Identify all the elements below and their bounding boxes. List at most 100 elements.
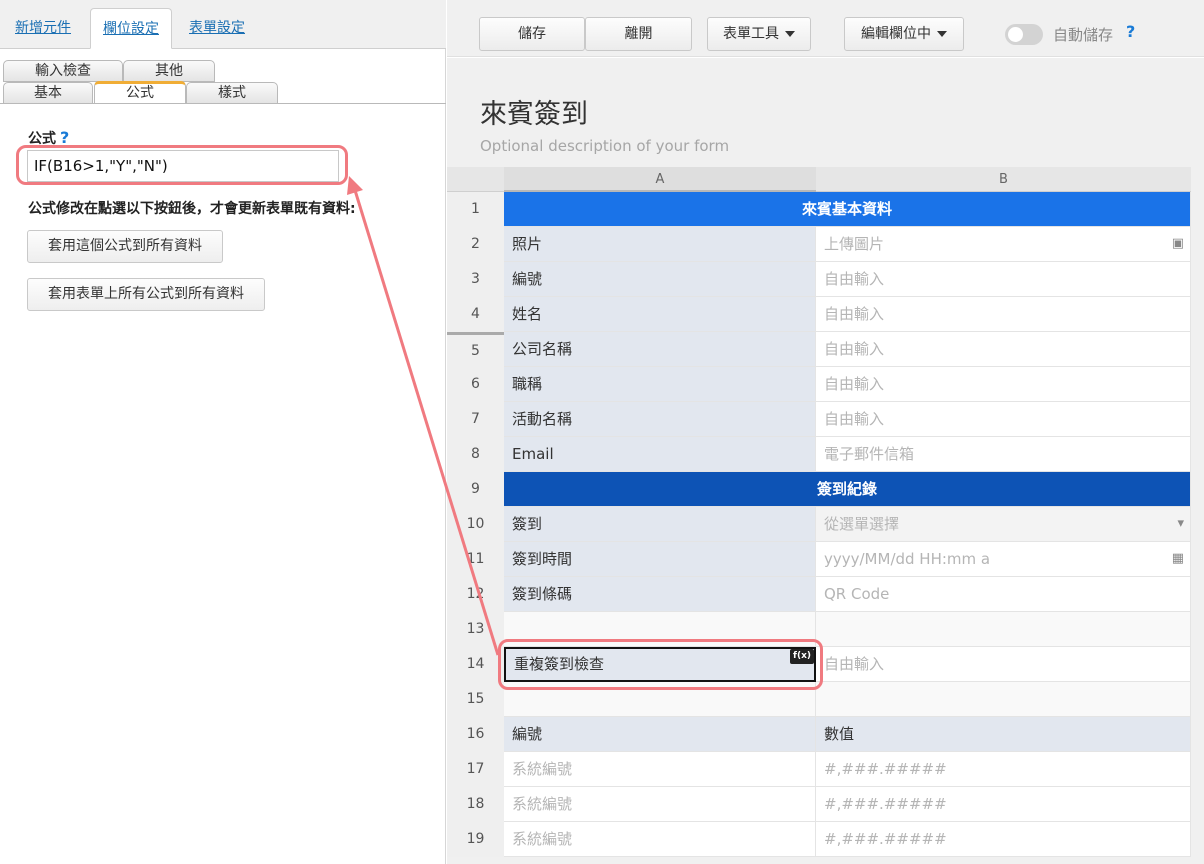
row-header[interactable]: 1	[447, 192, 504, 227]
section-header[interactable]: 簽到紀錄	[504, 472, 1191, 507]
cell-text: 重複簽到檢查	[514, 655, 605, 673]
cell-text: 數值	[824, 725, 855, 743]
cell-text: 系統編號	[512, 795, 573, 813]
grid-cell-b[interactable]: 電子郵件信箱	[816, 437, 1191, 472]
row-header[interactable]: 10	[447, 507, 504, 542]
grid-cell-b[interactable]	[816, 682, 1191, 717]
calendar-icon[interactable]: ▦	[1172, 542, 1184, 576]
autosave-toggle[interactable]	[1005, 24, 1043, 45]
formula-input[interactable]	[27, 150, 339, 182]
cell-text: 編號	[512, 725, 543, 743]
caret-down-icon	[785, 31, 795, 37]
row-header[interactable]: 2	[447, 227, 504, 262]
leave-button[interactable]: 離開	[585, 17, 692, 51]
grid-cell-a[interactable]: 照片	[504, 227, 816, 262]
grid-cell-b[interactable]: #,###.#####	[816, 787, 1191, 822]
row-header[interactable]: 5	[447, 332, 504, 367]
grid-cell-b[interactable]: 自由輸入	[816, 262, 1191, 297]
grid-cell-a[interactable]: 系統編號	[504, 787, 816, 822]
subtab-other[interactable]: 其他	[123, 60, 215, 82]
row-header[interactable]: 12	[447, 577, 504, 612]
autosave-label: 自動儲存	[1053, 26, 1114, 44]
cell-text: 照片	[512, 235, 543, 253]
grid-cell-a[interactable]: 職稱	[504, 367, 816, 402]
row-header[interactable]: 15	[447, 682, 504, 717]
grid-cell-a[interactable]: 公司名稱	[504, 332, 816, 367]
cell-text: 編號	[512, 270, 543, 288]
grid-cell-b[interactable]	[816, 612, 1191, 647]
tab-field-settings[interactable]: 欄位設定	[90, 8, 172, 49]
grid-cell-a[interactable]: 簽到條碼	[504, 577, 816, 612]
grid-cell-a[interactable]: 編號	[504, 262, 816, 297]
help-icon[interactable]: ?	[60, 128, 69, 147]
form-description[interactable]: Optional description of your form	[480, 137, 729, 155]
image-icon[interactable]: ▣	[1172, 227, 1184, 261]
row-header[interactable]: 16	[447, 717, 504, 752]
cell-text: 系統編號	[512, 760, 573, 778]
grid-cell-a[interactable]: 編號	[504, 717, 816, 752]
grid-cell-b[interactable]: 自由輸入	[816, 647, 1191, 682]
row-header[interactable]: 6	[447, 367, 504, 402]
grid-cell-a[interactable]: 簽到	[504, 507, 816, 542]
dropdown-icon[interactable]: ▾	[1177, 507, 1184, 541]
row-header[interactable]: 19	[447, 822, 504, 857]
edit-mode-label: 編輯欄位中	[861, 26, 931, 42]
section-header[interactable]: 來賓基本資料	[504, 192, 1191, 227]
cell-text: QR Code	[824, 585, 890, 603]
cell-text: 簽到	[512, 515, 543, 533]
apply-all-formulas-button[interactable]: 套用表單上所有公式到所有資料	[27, 278, 265, 311]
row-header[interactable]: 13	[447, 612, 504, 647]
grid-cell-a[interactable]: 系統編號	[504, 752, 816, 787]
cell-text: yyyy/MM/dd HH:mm a	[824, 550, 991, 568]
apply-formula-button[interactable]: 套用這個公式到所有資料	[27, 230, 223, 263]
column-header-a[interactable]: A	[504, 167, 816, 192]
form-tools-dropdown[interactable]: 表單工具	[707, 17, 811, 51]
cell-text: 從選單選擇	[824, 515, 900, 533]
grid-cell-b[interactable]: 自由輸入	[816, 402, 1191, 437]
grid-cell-a[interactable]: 系統編號	[504, 822, 816, 857]
cell-text: 電子郵件信箱	[824, 445, 915, 463]
help-icon[interactable]: ?	[1126, 22, 1135, 41]
grid-cell-b[interactable]: QR Code	[816, 577, 1191, 612]
row-header[interactable]: 14	[447, 647, 504, 682]
tab-form-settings[interactable]: 表單設定	[177, 8, 257, 49]
panel-tab-bar: 新增元件 欄位設定 表單設定	[0, 0, 446, 49]
grid-cell-b[interactable]: 上傳圖片 ▣	[816, 227, 1191, 262]
cell-text: 自由輸入	[824, 305, 885, 323]
cell-text: 公司名稱	[512, 340, 573, 358]
row-header[interactable]: 18	[447, 787, 504, 822]
tab-add-element[interactable]: 新增元件	[3, 8, 83, 49]
grid-cell-b[interactable]: yyyy/MM/dd HH:mm a ▦	[816, 542, 1191, 577]
grid-cell-a[interactable]: Email	[504, 437, 816, 472]
grid-cell-b[interactable]: 自由輸入	[816, 332, 1191, 367]
subtab-input-check[interactable]: 輸入檢查	[3, 60, 123, 82]
subtab-formula[interactable]: 公式	[94, 81, 186, 104]
grid-cell-b[interactable]: 自由輸入	[816, 297, 1191, 332]
formula-icon: f(x)	[790, 649, 814, 664]
edit-mode-dropdown[interactable]: 編輯欄位中	[844, 17, 964, 51]
grid-cell-b[interactable]: 自由輸入	[816, 367, 1191, 402]
row-header[interactable]: 7	[447, 402, 504, 437]
grid-cell-b[interactable]: #,###.#####	[816, 752, 1191, 787]
form-title[interactable]: 來賓簽到	[480, 92, 588, 131]
save-button[interactable]: 儲存	[479, 17, 585, 51]
grid-cell-b[interactable]: 從選單選擇 ▾	[816, 507, 1191, 542]
row-header[interactable]: 8	[447, 437, 504, 472]
grid-cell-b[interactable]: 數值	[816, 717, 1191, 752]
grid-cell-a[interactable]	[504, 612, 816, 647]
grid-cell-a[interactable]	[504, 682, 816, 717]
column-header-b[interactable]: B	[816, 167, 1191, 192]
row-header[interactable]: 4	[447, 297, 504, 332]
subtab-basic[interactable]: 基本	[3, 82, 93, 104]
grid-cell-b[interactable]: #,###.#####	[816, 822, 1191, 857]
grid-cell-a[interactable]: 姓名	[504, 297, 816, 332]
grid-cell-a[interactable]: 簽到時間	[504, 542, 816, 577]
form-tools-label: 表單工具	[723, 26, 779, 42]
grid-cell-a[interactable]: 活動名稱	[504, 402, 816, 437]
subtab-style[interactable]: 樣式	[186, 82, 278, 104]
row-header[interactable]: 9	[447, 472, 504, 507]
row-header[interactable]: 3	[447, 262, 504, 297]
grid-cell-a[interactable]: 重複簽到檢查 f(x)	[504, 647, 816, 682]
row-header[interactable]: 11	[447, 542, 504, 577]
row-header[interactable]: 17	[447, 752, 504, 787]
